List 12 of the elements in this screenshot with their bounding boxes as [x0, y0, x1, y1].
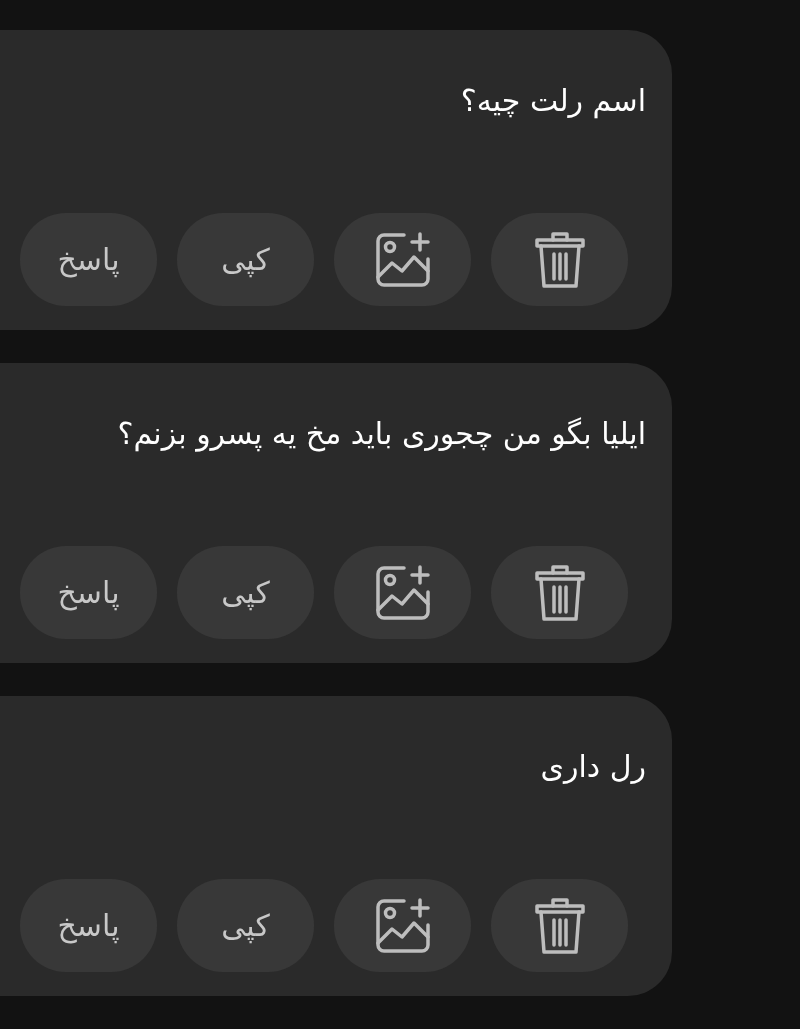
action-button[interactable]: پاسخ [20, 879, 157, 972]
action-button[interactable]: پاسخ [20, 546, 157, 639]
action-button[interactable]: کپی [177, 879, 314, 972]
image-add-icon [373, 896, 432, 955]
message-text: اسم رلت چیه؟ [459, 82, 646, 121]
image-add-icon [373, 563, 432, 622]
image-add-icon [373, 230, 432, 289]
action-button[interactable]: کپی [177, 546, 314, 639]
message-text: رل داری [539, 748, 646, 786]
action-button[interactable]: پاسخ [20, 213, 157, 306]
action-button[interactable]: کپی [177, 213, 314, 306]
message-text: ایلیا بگو من چجوری باید مخ یه پسرو بزنم؟ [116, 415, 646, 454]
